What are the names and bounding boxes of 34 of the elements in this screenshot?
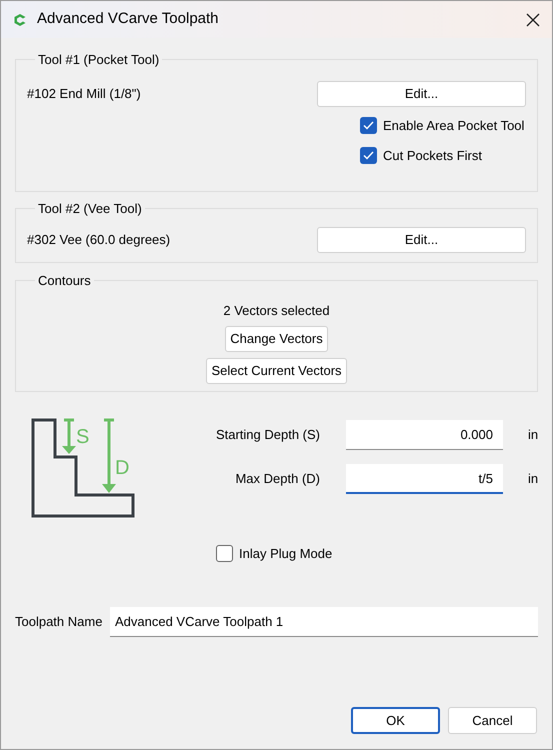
- edit-button[interactable]: Edit...: [317, 226, 526, 252]
- field-label: Toolpath Name: [15, 612, 104, 631]
- vectors-button[interactable]: Select Current Vectors: [206, 358, 347, 384]
- checkbox[interactable]: [360, 116, 377, 134]
- depth-field[interactable]: t/5: [346, 464, 503, 494]
- diagram-label: D: [115, 457, 130, 479]
- toolpath-name-field[interactable]: Advanced VCarve Toolpath 1: [110, 606, 538, 636]
- depth-field[interactable]: 0.000: [346, 420, 503, 450]
- tool-name: #102 End Mill (1/8"): [27, 84, 141, 103]
- checkbox-label: Cut Pockets First: [383, 147, 482, 165]
- dialog-button[interactable]: Cancel: [448, 707, 537, 734]
- checkbox[interactable]: [360, 147, 377, 164]
- field-label: Max Depth (D): [234, 470, 321, 488]
- checkbox-label: Enable Area Pocket Tool: [383, 116, 524, 134]
- check-icon: [363, 151, 374, 160]
- window-title: Advanced VCarve Toolpath: [37, 9, 220, 30]
- checkbox[interactable]: [216, 545, 233, 562]
- group-title: Tool #2 (Vee Tool): [37, 200, 143, 218]
- field-label: Starting Depth (S): [214, 426, 321, 444]
- depth-arrow: [62, 418, 76, 454]
- check-icon: [363, 120, 374, 130]
- group-title: Tool #1 (Pocket Tool): [37, 51, 160, 69]
- unit-label: in: [528, 470, 538, 488]
- group-title: Contours: [37, 272, 92, 290]
- close-icon[interactable]: [526, 12, 540, 26]
- dialog-button[interactable]: OK: [351, 707, 440, 734]
- edit-button[interactable]: Edit...: [317, 80, 526, 106]
- tool-name: #302 Vee (60.0 degrees): [27, 230, 170, 249]
- logo-icon: [13, 12, 27, 26]
- unit-label: in: [528, 426, 538, 444]
- vectors-button[interactable]: Change Vectors: [225, 326, 328, 352]
- selection-status: 2 Vectors selected: [223, 302, 330, 320]
- checkbox-label: Inlay Plug Mode: [239, 545, 332, 563]
- diagram-label: S: [76, 426, 90, 448]
